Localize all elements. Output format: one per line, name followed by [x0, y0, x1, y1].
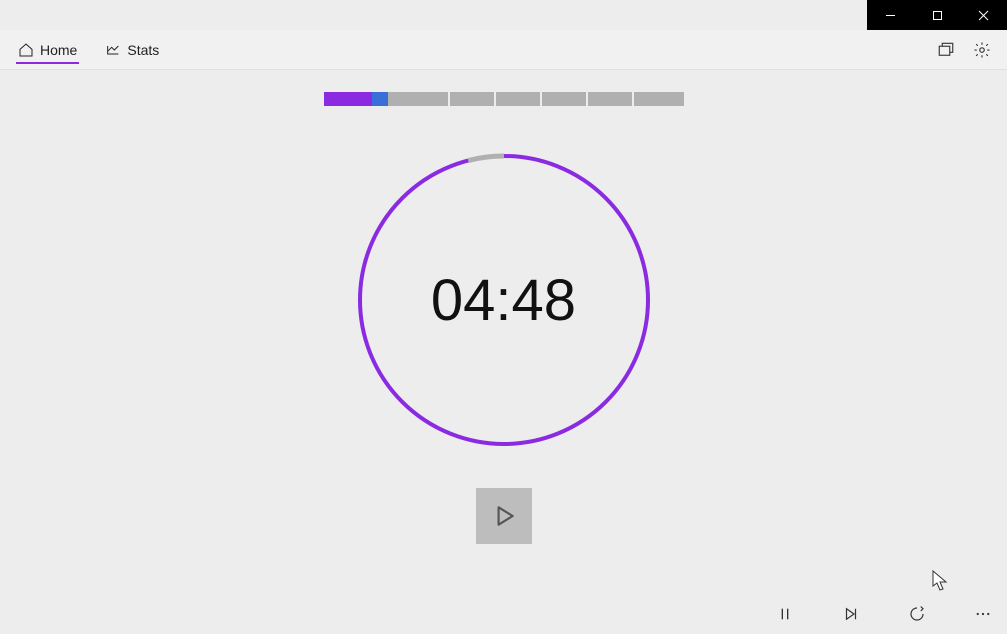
tab-home-label: Home	[40, 42, 77, 58]
minimize-icon	[885, 10, 896, 21]
progress-segment	[324, 92, 372, 106]
tab-stats[interactable]: Stats	[103, 36, 161, 64]
progress-segment	[588, 92, 632, 106]
tab-home[interactable]: Home	[16, 36, 79, 64]
menu-left: Home Stats	[16, 36, 161, 64]
more-button[interactable]	[971, 602, 995, 626]
timer-display: 04:48	[354, 150, 654, 450]
progress-segment	[450, 92, 494, 106]
menubar: Home Stats	[0, 30, 1007, 70]
reset-button[interactable]	[905, 602, 929, 626]
close-icon	[978, 10, 989, 21]
compact-view-icon[interactable]	[937, 41, 955, 59]
reset-icon	[908, 605, 926, 623]
skip-button[interactable]	[839, 602, 863, 626]
window-controls	[867, 0, 1007, 30]
session-progress	[324, 90, 684, 108]
tab-stats-label: Stats	[127, 42, 159, 58]
play-icon	[491, 503, 517, 529]
progress-segment	[388, 92, 448, 106]
menu-right	[937, 41, 991, 59]
timer-ring: 04:48	[354, 150, 654, 450]
maximize-icon	[932, 10, 943, 21]
progress-segment	[634, 92, 684, 106]
stats-icon	[105, 42, 121, 58]
progress-segment	[372, 92, 388, 106]
bottom-controls	[773, 602, 995, 626]
settings-icon[interactable]	[973, 41, 991, 59]
minimize-button[interactable]	[867, 0, 914, 30]
more-icon	[974, 605, 992, 623]
close-button[interactable]	[960, 0, 1007, 30]
pause-button[interactable]	[773, 602, 797, 626]
home-icon	[18, 42, 34, 58]
progress-segment	[542, 92, 586, 106]
progress-segment	[496, 92, 540, 106]
cursor-icon	[932, 570, 948, 592]
play-button[interactable]	[476, 488, 532, 544]
skip-icon	[842, 605, 860, 623]
maximize-button[interactable]	[914, 0, 961, 30]
pause-icon	[777, 606, 793, 622]
